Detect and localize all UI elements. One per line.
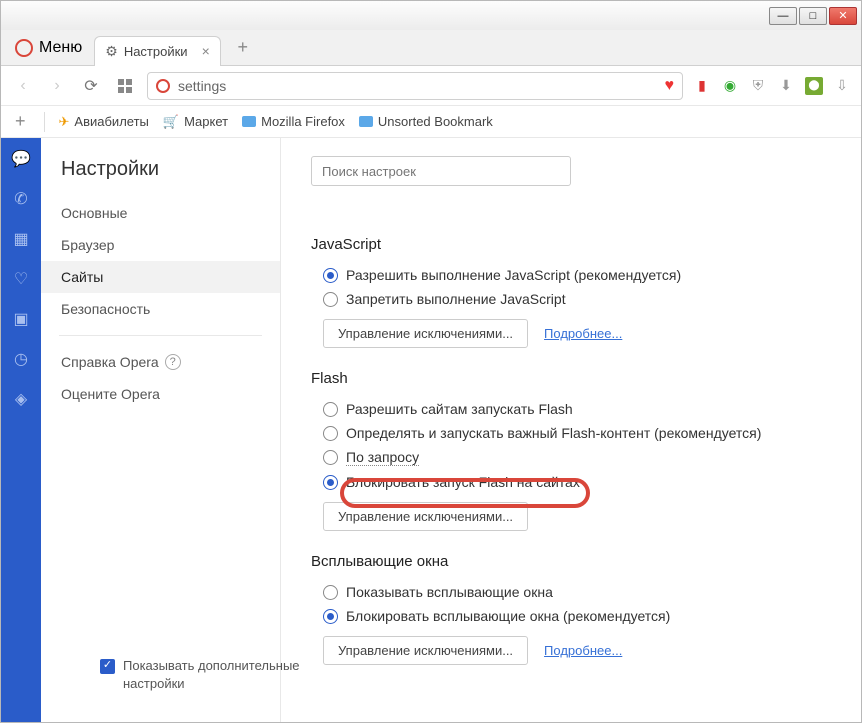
- cube-icon[interactable]: ◈: [10, 388, 32, 410]
- main-area: 💬 ✆ ▦ ♡ ▣ ◷ ◈ Настройки Основные Браузер…: [1, 138, 861, 722]
- share-icon[interactable]: ⇩: [833, 77, 851, 95]
- radio-icon: [323, 450, 338, 465]
- heart-icon[interactable]: ♥: [665, 77, 675, 95]
- heart-sidebar-icon[interactable]: ♡: [10, 268, 32, 290]
- tab-settings[interactable]: ⚙ Настройки ×: [94, 36, 221, 66]
- tab-strip: Меню ⚙ Настройки × +: [1, 30, 861, 66]
- menu-label: Меню: [39, 39, 82, 57]
- nav-basic[interactable]: Основные: [41, 197, 280, 229]
- shield-icon[interactable]: ⛨: [749, 77, 767, 95]
- popup-more-link[interactable]: Подробнее...: [544, 643, 622, 658]
- news-icon[interactable]: ▣: [10, 308, 32, 330]
- radio-icon: [323, 585, 338, 600]
- js-heading: JavaScript: [311, 236, 831, 253]
- ext-icon-2[interactable]: ◉: [721, 77, 739, 95]
- opera-page-icon: [156, 79, 170, 93]
- page-title: Настройки: [41, 158, 280, 197]
- window-titlebar: — □ ✕: [0, 0, 862, 30]
- radio-icon: [323, 475, 338, 490]
- nav-security[interactable]: Безопасность: [41, 293, 280, 325]
- nav-separator: [59, 335, 262, 336]
- settings-content: JavaScript Разрешить выполнение JavaScri…: [281, 138, 861, 722]
- radio-icon: [323, 609, 338, 624]
- address-input[interactable]: settings ♥: [147, 72, 683, 100]
- flash-detect-radio[interactable]: Определять и запускать важный Flash-конт…: [323, 425, 831, 441]
- search-input[interactable]: [311, 156, 571, 186]
- bookmark-market[interactable]: 🛒Маркет: [163, 114, 228, 130]
- add-bookmark-button[interactable]: +: [11, 111, 30, 132]
- minimize-button[interactable]: —: [769, 7, 797, 25]
- nav-sites[interactable]: Сайты: [41, 261, 280, 293]
- flash-heading: Flash: [311, 370, 831, 387]
- messenger-icon[interactable]: 💬: [10, 148, 32, 170]
- address-bar: ‹ › ⟳ settings ♥ ▮ ◉ ⛨ ⬇ ⬤ ⇩: [1, 66, 861, 106]
- folder-icon: [359, 116, 373, 127]
- nav-browser[interactable]: Браузер: [41, 229, 280, 261]
- js-exceptions-button[interactable]: Управление исключениями...: [323, 319, 528, 348]
- help-icon: ?: [165, 354, 181, 370]
- sidebar-strip: 💬 ✆ ▦ ♡ ▣ ◷ ◈: [1, 138, 41, 722]
- js-more-link[interactable]: Подробнее...: [544, 326, 622, 341]
- nav-help[interactable]: Справка Opera?: [41, 346, 280, 378]
- tab-title: Настройки: [124, 44, 188, 59]
- separator: [44, 112, 45, 132]
- speed-dial-button[interactable]: [113, 74, 137, 98]
- checkbox-icon: ✓: [100, 659, 115, 674]
- cart-icon: 🛒: [163, 114, 179, 130]
- opera-logo-icon: [15, 39, 33, 57]
- gear-icon: ⚙: [105, 43, 118, 60]
- popup-heading: Всплывающие окна: [311, 553, 831, 570]
- download-icon[interactable]: ⬇: [777, 77, 795, 95]
- opera-menu-button[interactable]: Меню: [7, 35, 90, 61]
- popup-block-radio[interactable]: Блокировать всплывающие окна (рекомендуе…: [323, 608, 831, 624]
- ext-icon-android[interactable]: ⬤: [805, 77, 823, 95]
- address-text: settings: [178, 78, 657, 94]
- history-icon[interactable]: ◷: [10, 348, 32, 370]
- grid-icon[interactable]: ▦: [10, 228, 32, 250]
- radio-icon: [323, 426, 338, 441]
- settings-nav: Настройки Основные Браузер Сайты Безопас…: [41, 138, 281, 722]
- js-deny-radio[interactable]: Запретить выполнение JavaScript: [323, 291, 831, 307]
- forward-button[interactable]: ›: [45, 74, 69, 98]
- back-button[interactable]: ‹: [11, 74, 35, 98]
- plane-icon: ✈: [59, 114, 70, 130]
- popup-exceptions-button[interactable]: Управление исключениями...: [323, 636, 528, 665]
- radio-icon: [323, 292, 338, 307]
- maximize-button[interactable]: □: [799, 7, 827, 25]
- tab-close-icon[interactable]: ×: [202, 43, 210, 59]
- reload-button[interactable]: ⟳: [79, 74, 103, 98]
- radio-icon: [323, 402, 338, 417]
- flash-allow-radio[interactable]: Разрешить сайтам запускать Flash: [323, 401, 831, 417]
- popup-show-radio[interactable]: Показывать всплывающие окна: [323, 584, 831, 600]
- folder-icon: [242, 116, 256, 127]
- new-tab-button[interactable]: +: [231, 36, 255, 60]
- extension-icons: ▮ ◉ ⛨ ⬇ ⬤ ⇩: [693, 77, 851, 95]
- bookmark-aviabilet[interactable]: ✈Авиабилеты: [59, 114, 149, 130]
- radio-icon: [323, 268, 338, 283]
- whatsapp-icon[interactable]: ✆: [10, 188, 32, 210]
- flash-exceptions-button[interactable]: Управление исключениями...: [323, 502, 528, 531]
- bookmark-unsorted[interactable]: Unsorted Bookmark: [359, 114, 493, 129]
- flash-ondemand-radio[interactable]: По запросу: [323, 449, 831, 466]
- close-button[interactable]: ✕: [829, 7, 857, 25]
- bookmark-mozilla[interactable]: Mozilla Firefox: [242, 114, 345, 129]
- advanced-settings-checkbox[interactable]: ✓ Показывать дополнительные настройки: [100, 657, 300, 693]
- bookmarks-bar: + ✈Авиабилеты 🛒Маркет Mozilla Firefox Un…: [1, 106, 861, 138]
- ext-icon-1[interactable]: ▮: [693, 77, 711, 95]
- browser-frame: Меню ⚙ Настройки × + ‹ › ⟳ settings ♥ ▮ …: [0, 30, 862, 723]
- flash-block-radio[interactable]: Блокировать запуск Flash на сайтах: [323, 474, 831, 490]
- js-allow-radio[interactable]: Разрешить выполнение JavaScript (рекомен…: [323, 267, 831, 283]
- nav-rate[interactable]: Оцените Opera: [41, 378, 280, 410]
